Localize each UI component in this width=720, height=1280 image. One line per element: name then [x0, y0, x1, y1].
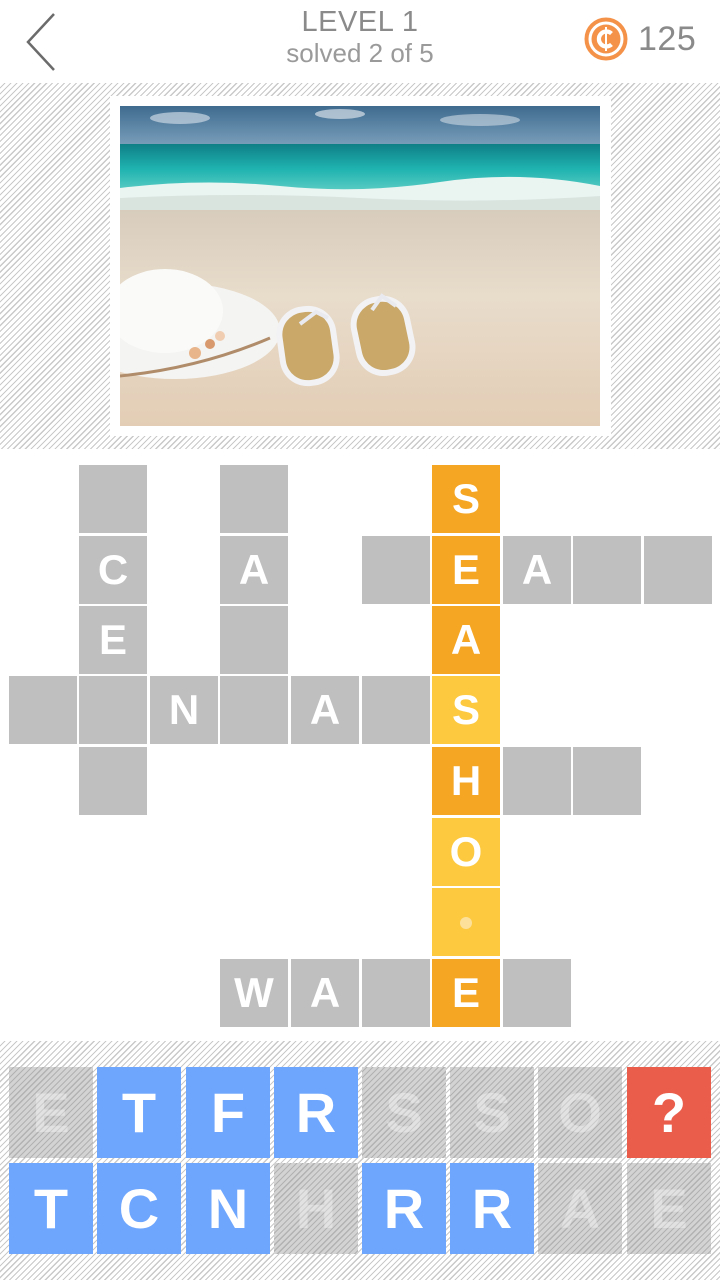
crossword-cell[interactable] [503, 959, 571, 1027]
image-panel [0, 83, 720, 449]
crossword-cell[interactable]: A [291, 676, 359, 744]
crossword-cell[interactable] [644, 536, 712, 604]
level-info: LEVEL 1 solved 2 of 5 [160, 6, 560, 68]
letter-tile[interactable]: A [538, 1163, 622, 1254]
crossword-cell[interactable] [9, 676, 77, 744]
letter-tile[interactable]: T [9, 1163, 93, 1254]
crossword-cell[interactable] [220, 465, 288, 533]
answer-cell[interactable]: A [432, 606, 500, 674]
level-title: LEVEL 1 [301, 6, 419, 38]
letter-tile[interactable]: S [450, 1067, 534, 1158]
crossword-cell[interactable] [220, 676, 288, 744]
crossword-cell[interactable] [573, 747, 641, 815]
hint-button[interactable]: ? [627, 1067, 711, 1158]
letter-tile[interactable]: S [362, 1067, 446, 1158]
crossword-cell[interactable]: E [79, 606, 147, 674]
crossword-cell[interactable] [362, 536, 430, 604]
coin-icon [584, 17, 628, 61]
crossword-cell[interactable]: C [79, 536, 147, 604]
coin-balance[interactable]: 125 [584, 16, 696, 62]
crossword-cell[interactable] [573, 536, 641, 604]
level-progress: solved 2 of 5 [286, 38, 434, 68]
letter-tile[interactable]: O [538, 1067, 622, 1158]
crossword-cell[interactable] [362, 959, 430, 1027]
answer-cell[interactable]: E [432, 536, 500, 604]
coin-count: 125 [638, 19, 697, 58]
back-button[interactable] [22, 12, 62, 72]
crossword-cell[interactable] [220, 606, 288, 674]
image-frame [110, 96, 611, 436]
letter-tile[interactable]: C [97, 1163, 181, 1254]
chevron-left-icon [26, 13, 55, 71]
letter-tile[interactable]: H [274, 1163, 358, 1254]
puzzle-image[interactable] [120, 106, 600, 426]
letter-tile[interactable]: N [186, 1163, 270, 1254]
letter-tile[interactable]: R [450, 1163, 534, 1254]
crossword-cell[interactable]: A [503, 536, 571, 604]
crossword-cell[interactable]: W [220, 959, 288, 1027]
letter-tile[interactable]: E [9, 1067, 93, 1158]
answer-cell[interactable]: S [432, 676, 500, 744]
beach-photo-illustration [120, 106, 600, 426]
letter-tile[interactable]: E [627, 1163, 711, 1254]
letter-tile[interactable]: R [274, 1067, 358, 1158]
crossword-cell[interactable]: A [220, 536, 288, 604]
header: LEVEL 1 solved 2 of 5 125 [0, 0, 720, 83]
cursor-dot-icon [460, 916, 472, 929]
letter-tile[interactable]: T [97, 1067, 181, 1158]
letter-tile[interactable]: F [186, 1067, 270, 1158]
letter-tile[interactable]: R [362, 1163, 446, 1254]
crossword-cell[interactable] [79, 465, 147, 533]
answer-cell[interactable]: O [432, 818, 500, 886]
letter-bank: E T F R S S O? T C N H R R A E [0, 1041, 720, 1280]
crossword-cell[interactable] [503, 747, 571, 815]
crossword-cell[interactable] [362, 676, 430, 744]
crossword-cell[interactable]: A [291, 959, 359, 1027]
answer-cell[interactable]: H [432, 747, 500, 815]
answer-cell[interactable]: S [432, 465, 500, 533]
crossword-cell[interactable] [79, 747, 147, 815]
crossword-cell[interactable]: N [150, 676, 218, 744]
answer-cell[interactable]: E [432, 959, 500, 1027]
answer-cell[interactable] [432, 888, 500, 956]
crossword-cell[interactable] [79, 676, 147, 744]
crossword-grid: SCAEAEANASHOWAE [0, 449, 720, 1041]
